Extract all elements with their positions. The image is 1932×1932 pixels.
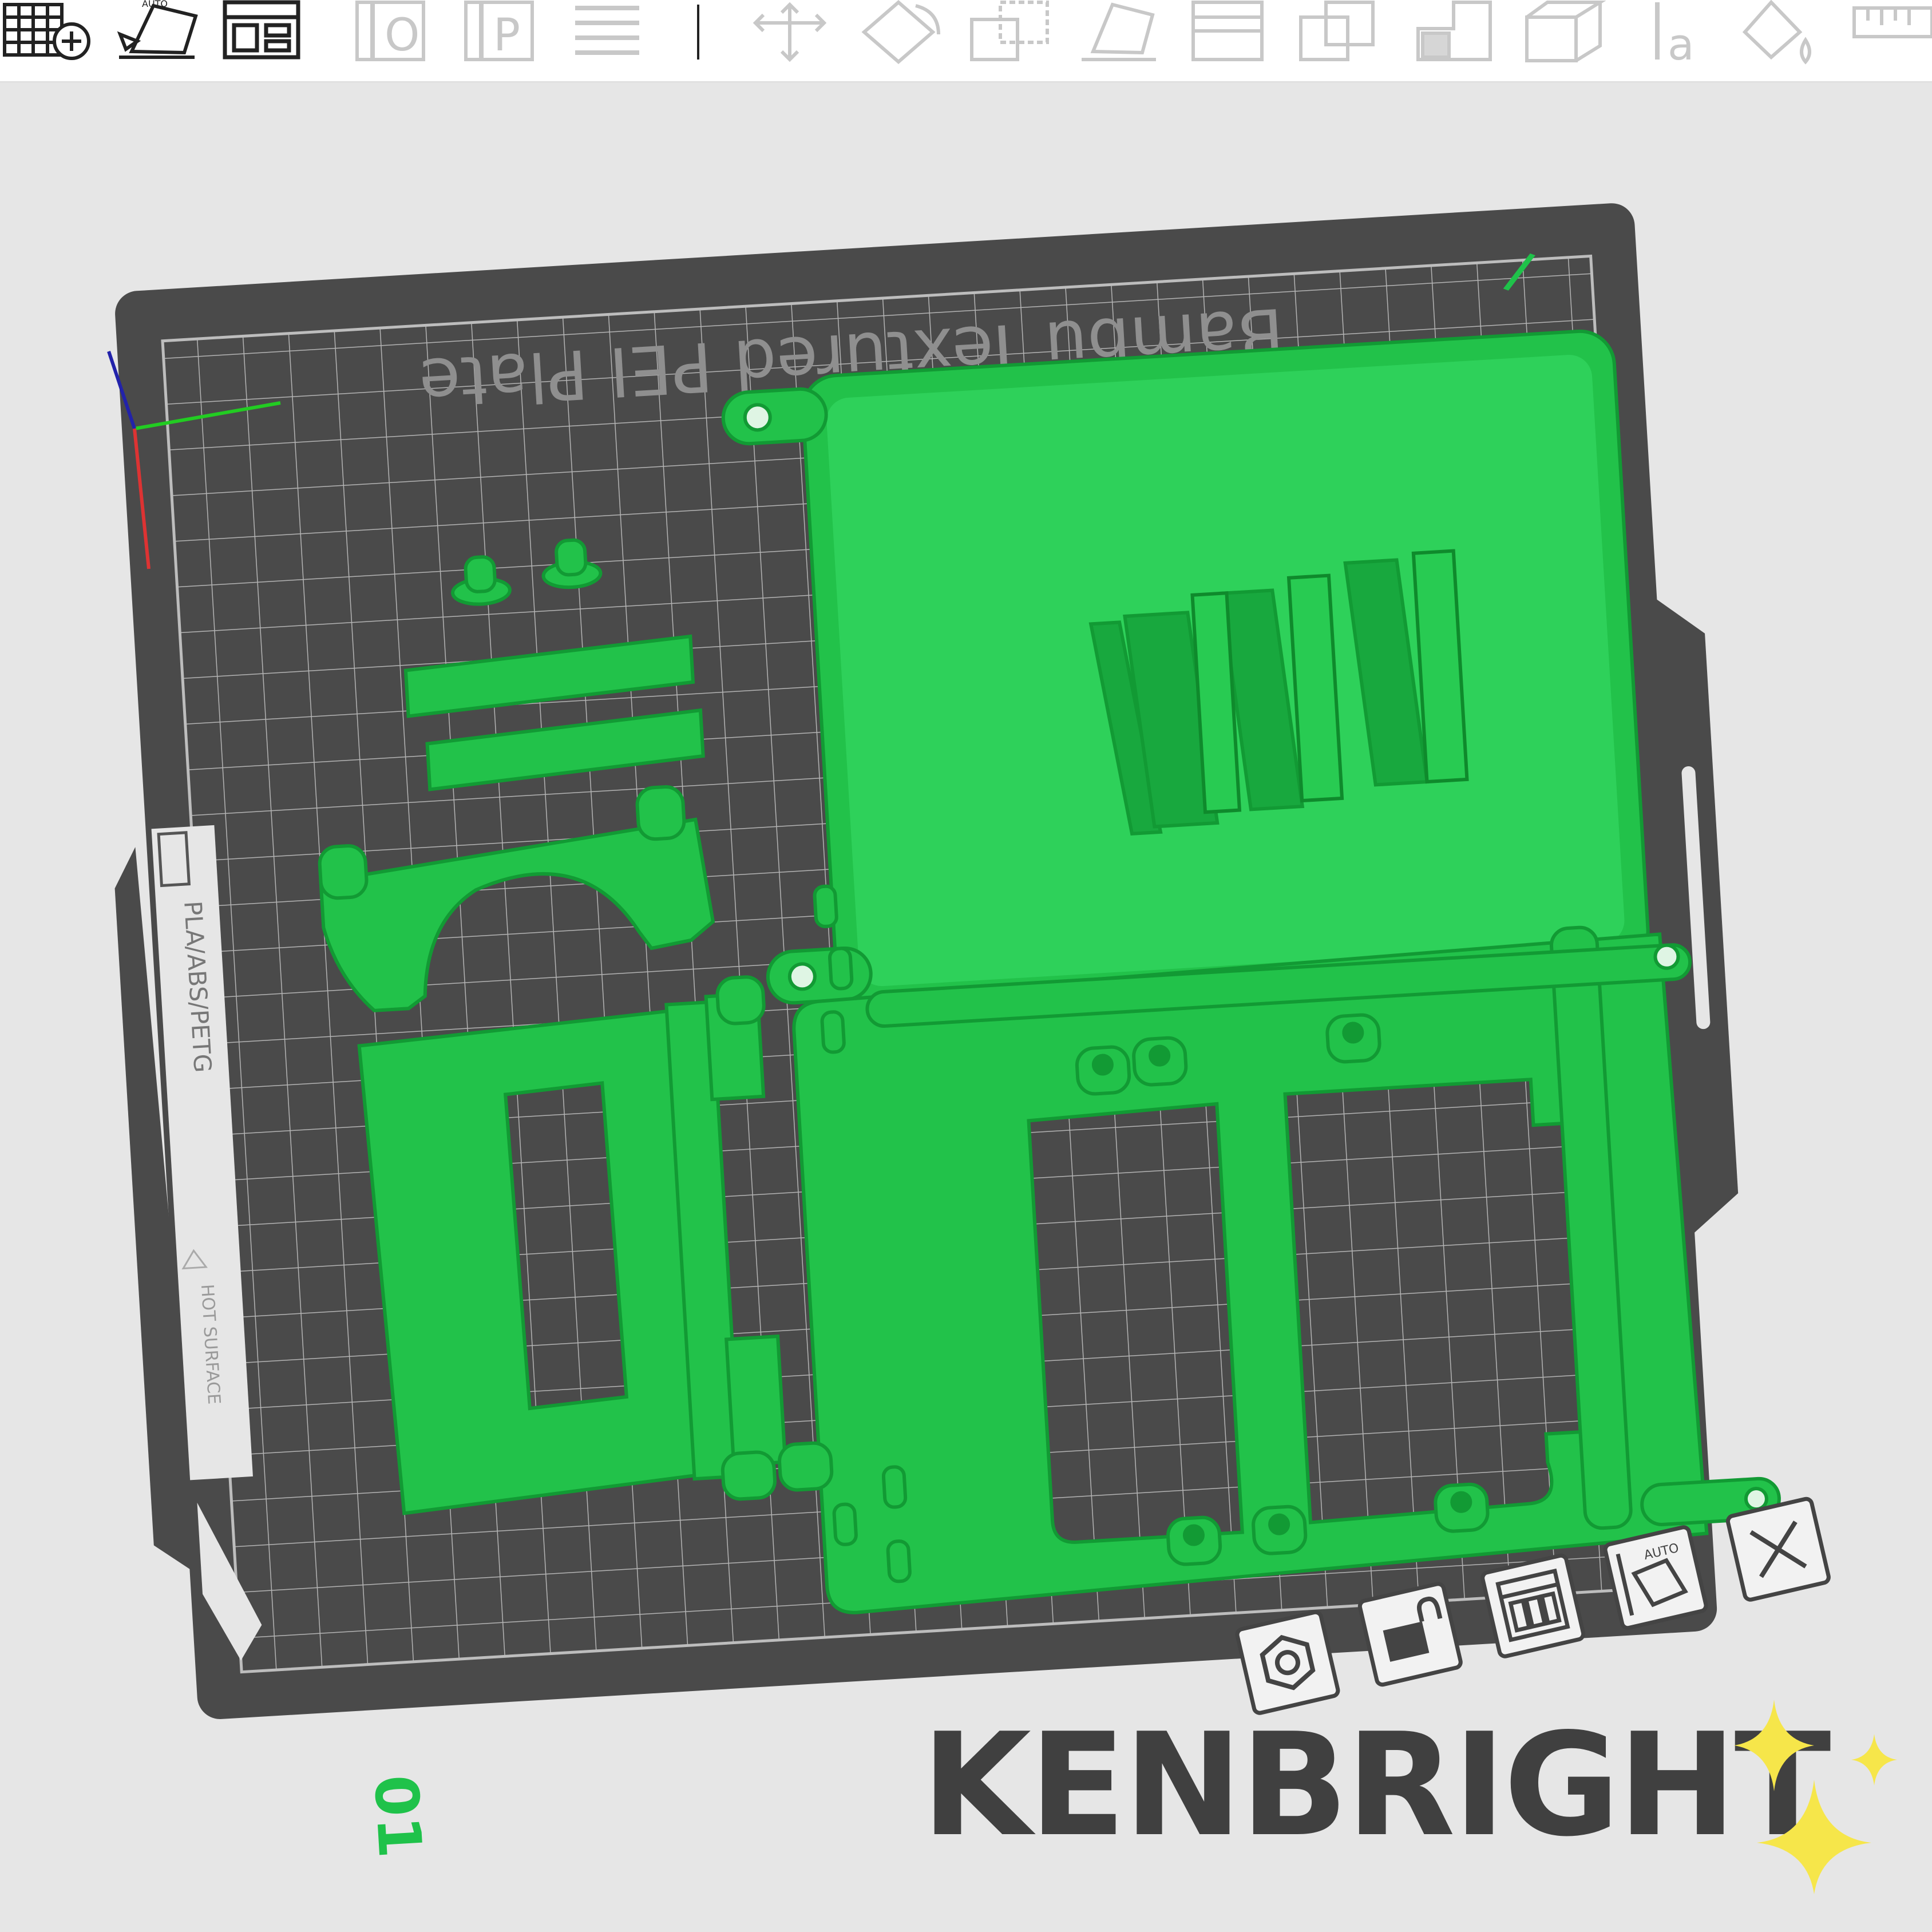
seam-paint-button[interactable] [1522,0,1608,74]
plate-number: 01 [361,1773,435,1860]
text-icon: a [1655,2,1695,70]
build-plate[interactable]: PLA/ABS/PETG HOT SURFACE ⇑▯⇑ Bambu Textu… [80,198,1787,1723]
cut-icon [1191,1,1264,61]
text-letter: a [1668,19,1695,70]
part-p-icon: P [464,1,534,61]
rotate-icon [861,0,940,64]
layers-icon [575,6,639,55]
support-paint-icon [1416,1,1492,61]
text-button[interactable]: a [1648,0,1717,74]
object-o-icon: O [355,1,425,61]
model-tray-top[interactable] [721,329,1650,1016]
arrange-icon [223,0,300,60]
object-letter: O [385,10,419,61]
boolean-icon [1299,1,1375,61]
delete-plate-button[interactable] [1725,1496,1831,1602]
viewport-canvas[interactable]: PLA/ABS/PETG HOT SURFACE ⇑▯⇑ Bambu Textu… [0,82,1932,1932]
auto-label: AUTO [142,0,168,9]
brand-name: KENBRIGHT [921,1703,1831,1868]
add-plate-button[interactable] [0,0,94,74]
lay-on-face-icon [1082,2,1156,61]
part-letter: P [493,10,520,61]
move-icon [753,2,827,62]
measure-button[interactable] [1848,0,1932,74]
rotate-button[interactable] [853,0,947,74]
auto-orient-icon: AUTO [117,0,198,59]
cut-button[interactable] [1187,0,1268,74]
model-frame-bottom[interactable] [791,918,1783,1614]
measure-icon [1852,6,1932,38]
sparkles-icon [1723,1700,1911,1894]
arrange-button[interactable] [220,0,306,74]
3d-viewport[interactable]: PLA/ABS/PETG HOT SURFACE ⇑▯⇑ Bambu Textu… [0,82,1932,1932]
object-button[interactable]: O [349,0,429,74]
scale-icon [970,1,1049,61]
auto-orient-button[interactable]: AUTO [109,0,206,74]
grid-plus-icon [3,3,90,60]
color-paint-icon [1742,0,1811,65]
lock-plate-button[interactable] [1357,1582,1463,1687]
plate-settings-button[interactable] [1235,1610,1340,1715]
color-paint-button[interactable] [1737,0,1823,74]
main-toolbar: AUTO O P a [0,0,1932,82]
seam-paint-icon [1525,1,1606,62]
plate-arrows-icon: ⇑▯⇑ [195,1409,236,1482]
layers-button[interactable] [569,0,644,74]
scale-button[interactable] [967,0,1053,74]
auto-orient-plate-button[interactable]: AUTO [1603,1525,1708,1630]
arrange-plate-button[interactable] [1480,1553,1586,1658]
boolean-button[interactable] [1296,0,1385,74]
lay-on-face-button[interactable] [1076,0,1162,74]
support-paint-button[interactable] [1414,0,1496,74]
brand-logo: KENBRIGHT [921,1703,1831,1868]
toolbar-separator [697,5,699,60]
part-button[interactable]: P [458,0,538,74]
move-button[interactable] [744,0,836,74]
